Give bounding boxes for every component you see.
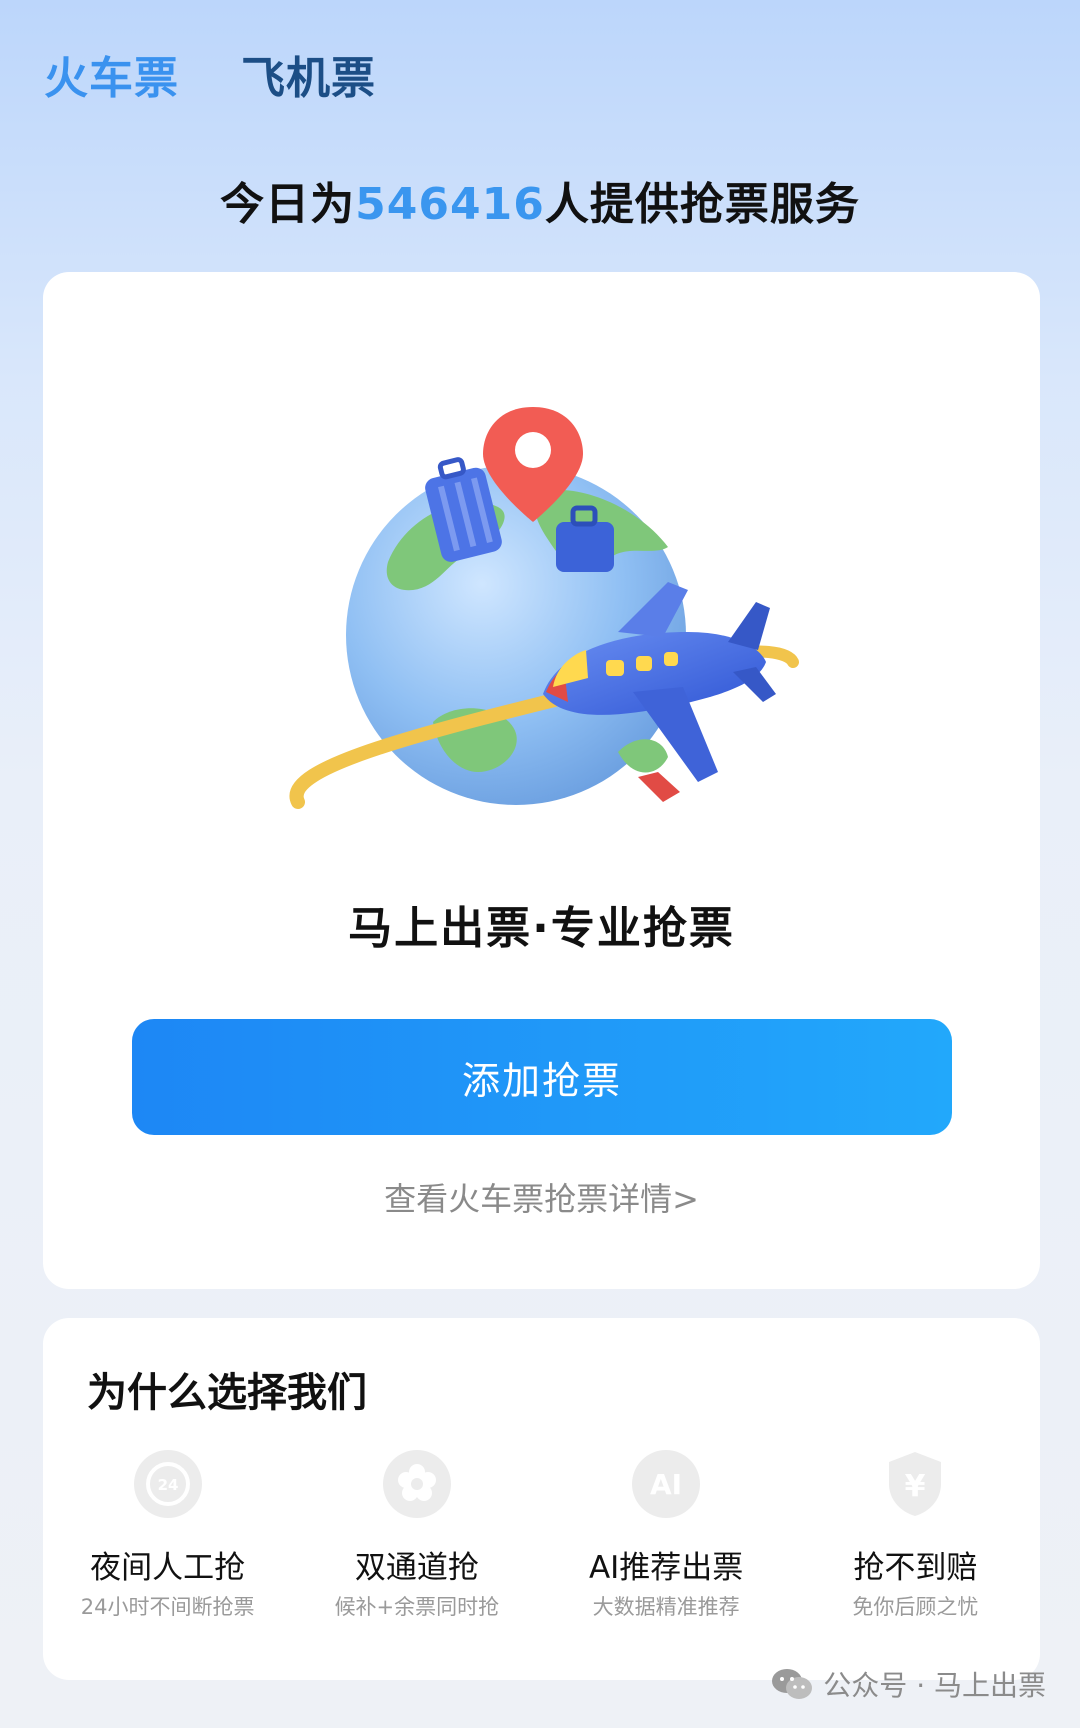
feature-name: AI推荐出票 bbox=[588, 1550, 744, 1586]
feature-compensation: ¥ 抢不到赔 免你后顾之忧 bbox=[791, 1448, 1040, 1621]
feature-name: 双通道抢 bbox=[354, 1550, 479, 1586]
train-ticket-details-link[interactable]: 查看火车票抢票详情> bbox=[43, 1174, 1040, 1220]
feature-desc: 大数据精准推荐 bbox=[592, 1595, 740, 1619]
ai-icon: AI bbox=[632, 1450, 701, 1518]
feature-dual-channel: 双通道抢 候补+余票同时抢 bbox=[292, 1448, 541, 1621]
svg-text:¥: ¥ bbox=[905, 1469, 926, 1504]
tab-train-ticket[interactable]: 火车票 bbox=[44, 42, 179, 106]
tab-flight-ticket[interactable]: 飞机票 bbox=[241, 42, 376, 106]
feature-desc: 免你后顾之忧 bbox=[852, 1595, 979, 1619]
feature-name: 夜间人工抢 bbox=[90, 1550, 246, 1586]
wechat-icon bbox=[772, 1669, 813, 1699]
flower-icon bbox=[382, 1450, 451, 1518]
feature-desc: 24小时不间断抢票 bbox=[80, 1595, 255, 1619]
feature-name: 抢不到赔 bbox=[853, 1550, 978, 1586]
svg-text:24: 24 bbox=[157, 1476, 178, 1494]
headline-prefix: 今日为 bbox=[220, 179, 356, 230]
watermark-text: 公众号 · 马上出票 bbox=[823, 1669, 1046, 1702]
add-grab-ticket-button[interactable]: 添加抢票 bbox=[132, 1019, 952, 1135]
ticket-type-tabs: 火车票 飞机票 bbox=[44, 42, 376, 106]
why-choose-us-card: 为什么选择我们 24 夜间人工抢 24小时不间断抢票 双通道抢 候补+余票同时抢 bbox=[43, 1318, 1040, 1680]
feature-ai-recommend: AI AI推荐出票 大数据精准推荐 bbox=[542, 1448, 791, 1621]
feature-desc: 候补+余票同时抢 bbox=[334, 1595, 500, 1619]
svg-text:AI: AI bbox=[650, 1468, 682, 1501]
yen-shield-icon: ¥ bbox=[889, 1452, 942, 1516]
feature-night-manual: 24 夜间人工抢 24小时不间断抢票 bbox=[43, 1448, 292, 1621]
globe-airplane-illustration bbox=[289, 407, 799, 809]
24h-clock-icon: 24 bbox=[133, 1450, 202, 1518]
served-count: 546416 bbox=[355, 179, 545, 230]
headline-suffix: 人提供抢票服务 bbox=[544, 179, 860, 230]
service-count-headline: 今日为546416人提供抢票服务 bbox=[0, 168, 1080, 232]
feature-list: 24 夜间人工抢 24小时不间断抢票 双通道抢 候补+余票同时抢 AI AI推荐 bbox=[43, 1448, 1040, 1621]
grab-ticket-card: 马上出票·专业抢票 添加抢票 查看火车票抢票详情> bbox=[43, 272, 1040, 1289]
why-section-title: 为什么选择我们 bbox=[87, 1370, 367, 1416]
wechat-watermark: 公众号 · 马上出票 bbox=[771, 1664, 1046, 1704]
slogan: 马上出票·专业抢票 bbox=[348, 903, 735, 954]
